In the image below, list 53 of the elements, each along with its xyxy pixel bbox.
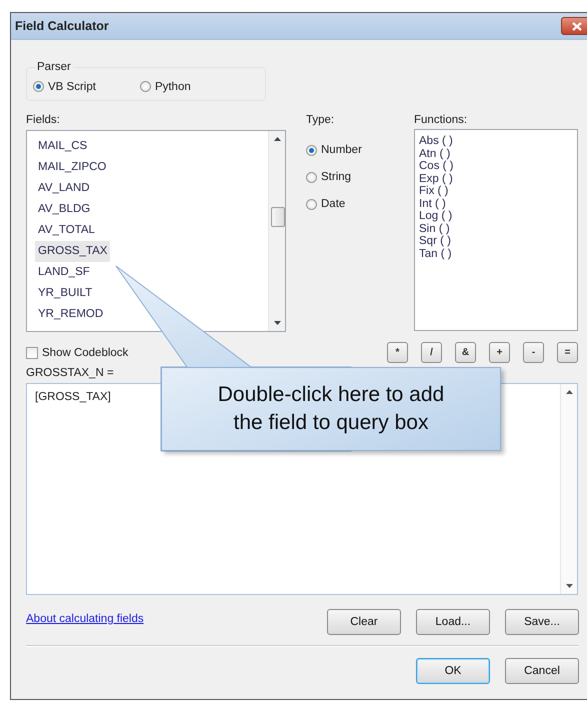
function-item[interactable]: Abs ( ) bbox=[419, 135, 573, 148]
function-item[interactable]: Sqr ( ) bbox=[419, 235, 573, 248]
function-item[interactable]: Int ( ) bbox=[419, 198, 573, 210]
function-item[interactable]: Tan ( ) bbox=[419, 248, 573, 260]
function-item[interactable]: Atn ( ) bbox=[419, 148, 573, 160]
scrollbar-thumb[interactable] bbox=[271, 207, 285, 227]
function-item[interactable]: Fix ( ) bbox=[419, 185, 573, 198]
operator-button[interactable]: - bbox=[523, 342, 544, 363]
radio-button[interactable]: VB Script bbox=[33, 80, 96, 92]
expression-label: GROSSTAX_N = bbox=[26, 366, 115, 381]
field-item[interactable]: AV_LAND bbox=[35, 178, 93, 199]
dialog-button[interactable]: OK bbox=[416, 658, 490, 684]
field-item[interactable]: AV_TOTAL bbox=[35, 220, 98, 241]
operator-button[interactable]: = bbox=[557, 342, 578, 363]
window-title: Field Calculator bbox=[15, 19, 109, 33]
scroll-down-icon[interactable] bbox=[274, 321, 280, 325]
function-item[interactable]: Cos ( ) bbox=[419, 160, 573, 172]
action-button[interactable]: Save... bbox=[505, 609, 579, 635]
close-icon bbox=[572, 22, 582, 30]
function-item[interactable]: Sin ( ) bbox=[419, 222, 573, 235]
radio-button[interactable]: Date bbox=[306, 198, 414, 210]
type-label: Type: bbox=[306, 113, 336, 128]
radio-button[interactable]: Python bbox=[140, 80, 191, 92]
fields-label: Fields: bbox=[26, 113, 61, 128]
radio-button[interactable]: Number bbox=[306, 144, 414, 156]
operator-button[interactable]: * bbox=[387, 342, 408, 363]
field-item[interactable]: YR_BUILT bbox=[35, 283, 96, 304]
field-item[interactable]: GROSS_TAX bbox=[35, 241, 110, 262]
help-link[interactable]: About calculating fields bbox=[26, 613, 327, 625]
field-item[interactable]: MAIL_ZIPCO bbox=[35, 157, 110, 178]
close-button[interactable] bbox=[561, 17, 587, 35]
functions-label: Functions: bbox=[414, 113, 468, 128]
field-item[interactable]: YR_REMOD bbox=[35, 304, 106, 325]
operator-button[interactable]: / bbox=[421, 342, 442, 363]
scrollbar[interactable] bbox=[560, 384, 577, 594]
radio-button[interactable]: String bbox=[306, 171, 414, 183]
function-item[interactable]: Exp ( ) bbox=[419, 172, 573, 185]
operator-button[interactable]: + bbox=[489, 342, 510, 363]
scroll-up-icon[interactable] bbox=[274, 137, 280, 141]
scroll-up-icon[interactable] bbox=[566, 390, 572, 394]
field-item[interactable]: MAIL_CS bbox=[35, 136, 90, 157]
function-item[interactable]: Log ( ) bbox=[419, 210, 573, 222]
callout-tooltip: Double-click here to add the field to query box bbox=[161, 367, 501, 451]
field-item[interactable]: LAND_SF bbox=[35, 262, 93, 283]
field-item[interactable]: AV_BLDG bbox=[35, 199, 94, 220]
scrollbar[interactable] bbox=[268, 131, 285, 331]
operator-button[interactable]: & bbox=[455, 342, 476, 363]
action-button[interactable]: Load... bbox=[416, 609, 490, 635]
action-button[interactable]: Clear bbox=[327, 609, 401, 635]
show-codeblock-checkbox[interactable]: Show Codeblock bbox=[26, 346, 128, 358]
group-label: Parser bbox=[36, 61, 72, 73]
dialog-button[interactable]: Cancel bbox=[505, 658, 579, 684]
scroll-down-icon[interactable] bbox=[566, 584, 572, 588]
